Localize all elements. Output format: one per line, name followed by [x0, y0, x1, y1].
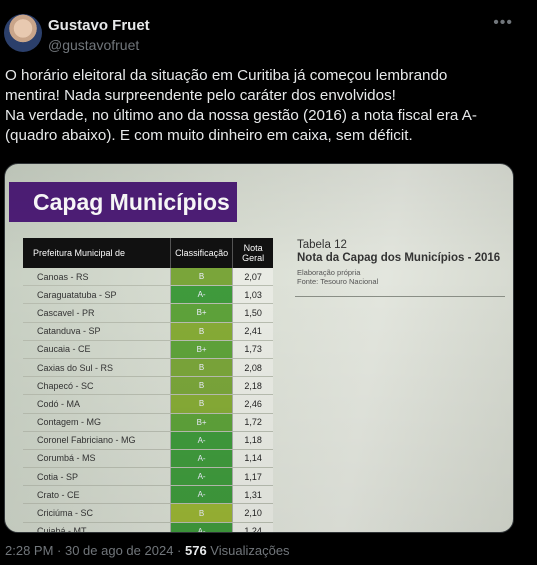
cell-nota: 1,72 — [232, 413, 273, 431]
cell-municipio: Cuiabá - MT — [37, 526, 87, 533]
tweet-time[interactable]: 2:28 PM — [5, 543, 53, 558]
cell-classificacao: B — [169, 322, 233, 340]
cell-municipio: Caucaia - CE — [37, 344, 91, 355]
cell-nota: 2,07 — [232, 268, 273, 286]
table-row: Criciúma - SC B 2,10 — [23, 504, 273, 523]
divider — [295, 296, 505, 297]
cell-municipio: Codó - MA — [37, 398, 81, 409]
header-municipio: Prefeitura Municipal de — [33, 248, 126, 258]
table-row: Codó - MA B 2,46 — [23, 395, 273, 414]
author-name[interactable]: Gustavo Fruet — [48, 17, 150, 34]
table-row: Catanduva - SP B 2,41 — [23, 322, 273, 341]
cell-nota: 1,50 — [232, 304, 273, 322]
cell-classificacao: A- — [169, 449, 233, 468]
cell-municipio: Cascavel - PR — [37, 307, 95, 318]
cell-classificacao: B+ — [169, 413, 233, 431]
table-row: Crato - CE A- 1,31 — [23, 486, 273, 505]
table-row: Contagem - MG B+ 1,72 — [23, 413, 273, 432]
tweet-line: (quadro abaixo). E com muito dinheiro em… — [5, 127, 413, 144]
tweet-meta: 2:28 PM · 30 de ago de 2024 · 576 Visual… — [5, 543, 290, 558]
more-horizontal-icon[interactable]: ••• — [493, 14, 513, 32]
cell-classificacao: B — [169, 504, 233, 522]
cell-classificacao: B — [169, 377, 233, 395]
header-nota: Nota Geral — [232, 238, 273, 268]
cell-nota: 2,08 — [232, 358, 273, 377]
cell-nota: 2,41 — [232, 322, 273, 340]
tabela-title: Tabela 12 Nota da Capag dos Municípios -… — [297, 239, 500, 265]
views-count: 576 — [184, 543, 207, 558]
cell-municipio: Criciúma - SC — [37, 508, 94, 519]
cell-classificacao: B — [169, 358, 233, 377]
table-body: Canoas - RS B 2,07 Caraguatatuba - SP A- 1,03… — [23, 268, 273, 533]
tabela-number: Tabela 12 — [297, 239, 347, 251]
table-row: Caraguatatuba - SP A- 1,03 — [23, 286, 273, 305]
cell-nota: 1,14 — [232, 449, 273, 468]
table-row: Caucaia - CE B+ 1,73 — [23, 340, 273, 359]
author-handle[interactable]: @gustavofruet — [48, 37, 139, 53]
photo-banner: Capag Municípios — [9, 182, 237, 222]
avatar[interactable] — [4, 14, 42, 52]
cell-classificacao: B — [169, 395, 233, 413]
cell-municipio: Chapecó - SC — [37, 380, 94, 391]
table-row: Cotia - SP A- 1,17 — [23, 468, 273, 487]
table-row: Coronel Fabriciano - MG A- 1,18 — [23, 431, 273, 450]
separator: · — [53, 543, 65, 558]
tabela-subtitle: Nota da Capag dos Municípios - 2016 — [297, 252, 501, 264]
cell-nota: 2,46 — [232, 395, 273, 413]
cell-classificacao: A- — [169, 486, 233, 504]
cell-nota: 1,03 — [232, 286, 273, 304]
cell-municipio: Cotia - SP — [37, 471, 79, 482]
cell-municipio: Caraguatatuba - SP — [37, 289, 117, 300]
cell-classificacao: A- — [169, 431, 233, 449]
table-row: Caxias do Sul - RS B 2,08 — [23, 358, 273, 378]
cell-nota: 1,31 — [232, 486, 273, 504]
table-row: Cascavel - PR B+ 1,50 — [23, 304, 273, 323]
tweet-line: O horário eleitoral da situação em Curit… — [5, 67, 448, 84]
cell-nota: 1,17 — [232, 468, 273, 486]
cell-municipio: Contagem - MG — [37, 417, 102, 428]
table-row: Canoas - RS B 2,07 — [23, 268, 273, 287]
tabela-elaboracao: Elaboração própria — [297, 268, 361, 277]
table-row: Corumbá - MS A- 1,14 — [23, 449, 273, 469]
table-row: Chapecó - SC B 2,18 — [23, 377, 273, 396]
cell-municipio: Corumbá - MS — [37, 453, 96, 464]
cell-municipio: Crato - CE — [37, 489, 80, 500]
cell-classificacao: A- — [169, 522, 233, 532]
cell-nota: 2,18 — [232, 377, 273, 395]
cell-municipio: Coronel Fabriciano - MG — [37, 435, 136, 446]
table-row: Cuiabá - MT A- 1,24 — [23, 522, 273, 533]
cell-municipio: Catanduva - SP — [37, 326, 101, 337]
cell-classificacao: A- — [169, 468, 233, 486]
separator: · — [173, 543, 185, 558]
cell-nota: 2,10 — [232, 504, 273, 522]
table-header: Prefeitura Municipal de Classificação No… — [23, 238, 273, 268]
cell-municipio: Canoas - RS — [37, 271, 89, 282]
tweet-date[interactable]: 30 de ago de 2024 — [65, 543, 173, 558]
cell-classificacao: B — [169, 268, 233, 286]
views-label: Visualizações — [206, 543, 290, 558]
cell-classificacao: B+ — [169, 340, 233, 358]
cell-municipio: Caxias do Sul - RS — [37, 362, 114, 373]
cell-nota: 1,73 — [232, 340, 273, 358]
cell-classificacao: B+ — [169, 304, 233, 322]
header-classificacao: Classificação — [169, 238, 232, 268]
tweet-line: mentira! Nada surpreendente pelo caráter… — [5, 87, 396, 104]
capag-table: Prefeitura Municipal de Classificação No… — [23, 238, 273, 533]
cell-classificacao: A- — [169, 286, 233, 304]
tweet-photo[interactable]: Capag Municípios Prefeitura Municipal de… — [4, 163, 514, 533]
tabela-sources: Elaboração própria Fonte: Tesouro Nacion… — [297, 268, 378, 286]
tweet-line: Na verdade, no último ano da nossa gestã… — [5, 107, 477, 124]
tabela-fonte: Fonte: Tesouro Nacional — [297, 277, 379, 286]
cell-nota: 1,18 — [232, 431, 273, 449]
cell-nota: 1,24 — [232, 522, 273, 532]
tweet-text: O horário eleitoral da situação em Curit… — [5, 66, 525, 146]
